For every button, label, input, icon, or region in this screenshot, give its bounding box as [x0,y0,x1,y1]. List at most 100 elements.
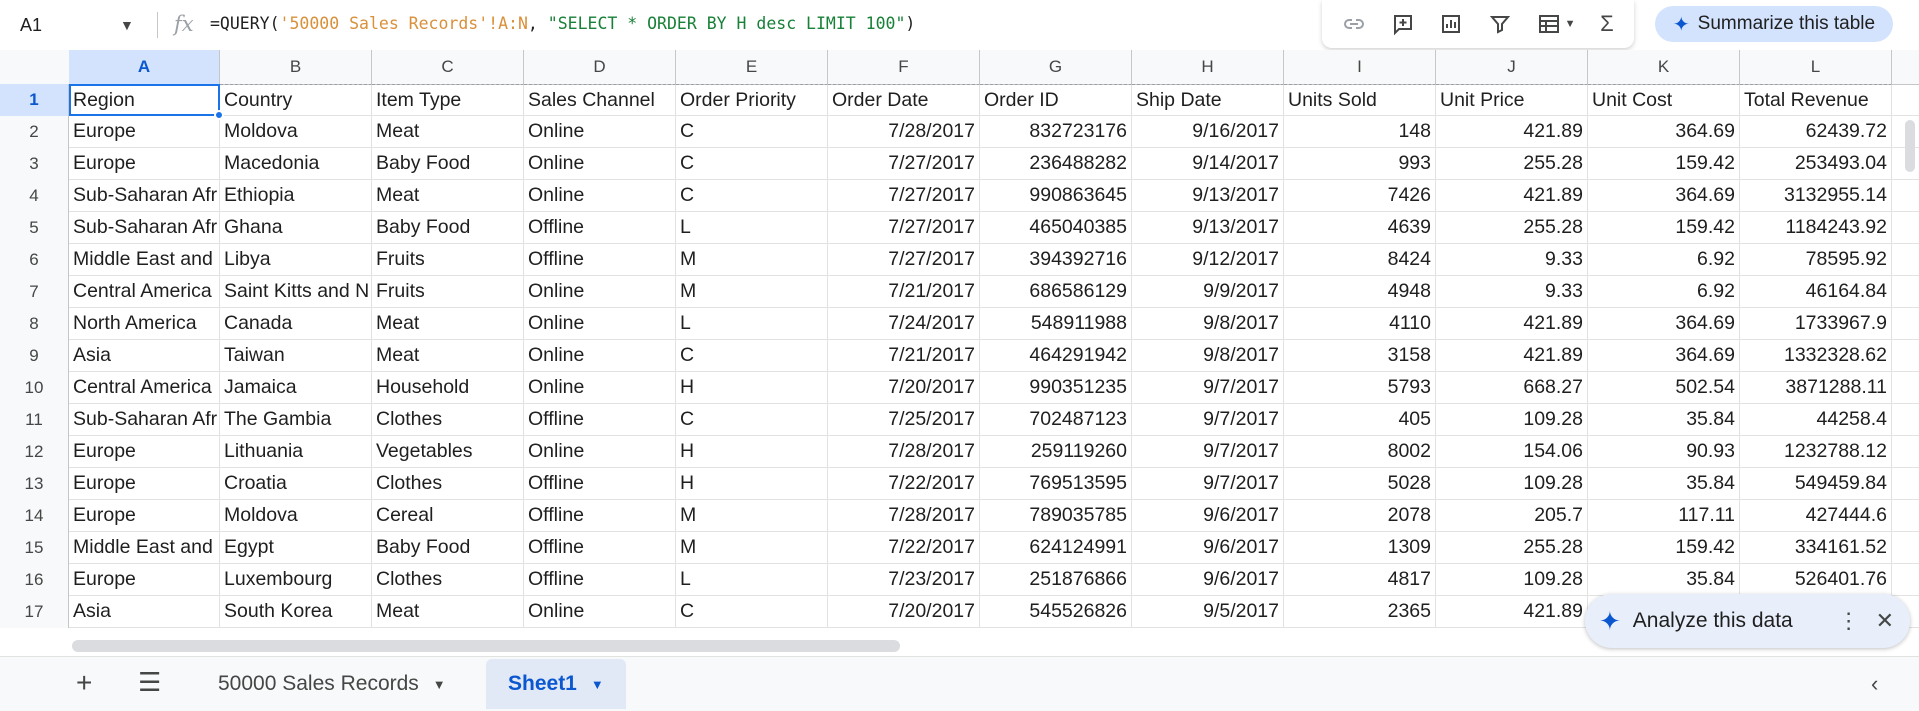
cell-c13[interactable]: Clothes [372,468,524,499]
cell-f15[interactable]: 7/22/2017 [828,532,980,563]
cell-c15[interactable]: Baby Food [372,532,524,563]
cell-e16[interactable]: L [676,564,828,595]
cell-f14[interactable]: 7/28/2017 [828,500,980,531]
spreadsheet-grid[interactable]: ABCDEFGHIJKL 1 Region Country Item Type Sale… [0,50,1919,640]
cell-b10[interactable]: Jamaica [220,372,372,403]
filter-icon[interactable] [1488,12,1512,36]
cell-c1[interactable]: Item Type [372,84,524,115]
cell-k3[interactable]: 159.42 [1588,148,1740,179]
row-header[interactable]: 12 [0,436,69,468]
cell-b5[interactable]: Ghana [220,212,372,243]
cell-g12[interactable]: 259119260 [980,436,1132,467]
cell-a5[interactable]: Sub-Saharan Afr [69,212,220,243]
cell-h2[interactable]: 9/16/2017 [1132,116,1284,147]
column-header-j[interactable]: J [1436,50,1588,84]
cell-c16[interactable]: Clothes [372,564,524,595]
cell-g14[interactable]: 789035785 [980,500,1132,531]
cell-f3[interactable]: 7/27/2017 [828,148,980,179]
cell-h12[interactable]: 9/7/2017 [1132,436,1284,467]
cell-e3[interactable]: C [676,148,828,179]
cell-b13[interactable]: Croatia [220,468,372,499]
sheet-tab[interactable]: Sheet1 ▼ [486,659,626,709]
cell-l11[interactable]: 44258.4 [1740,404,1892,435]
cell-h16[interactable]: 9/6/2017 [1132,564,1284,595]
cell-b16[interactable]: Luxembourg [220,564,372,595]
cell-g7[interactable]: 686586129 [980,276,1132,307]
all-sheets-menu-icon[interactable]: ☰ [138,667,161,698]
cell-i6[interactable]: 8424 [1284,244,1436,275]
cell-d10[interactable]: Online [524,372,676,403]
cell-i15[interactable]: 1309 [1284,532,1436,563]
cell-k11[interactable]: 35.84 [1588,404,1740,435]
cell-a17[interactable]: Asia [69,596,220,627]
cell-j11[interactable]: 109.28 [1436,404,1588,435]
cell-c3[interactable]: Baby Food [372,148,524,179]
cell-b2[interactable]: Moldova [220,116,372,147]
cell-d4[interactable]: Online [524,180,676,211]
cell-h10[interactable]: 9/7/2017 [1132,372,1284,403]
cell-g17[interactable]: 545526826 [980,596,1132,627]
cell-k16[interactable]: 35.84 [1588,564,1740,595]
cell-i4[interactable]: 7426 [1284,180,1436,211]
cell-g8[interactable]: 548911988 [980,308,1132,339]
cell-g6[interactable]: 394392716 [980,244,1132,275]
cell-b1[interactable]: Country [220,84,372,115]
cell-l6[interactable]: 78595.92 [1740,244,1892,275]
cell-i3[interactable]: 993 [1284,148,1436,179]
cell-d5[interactable]: Offline [524,212,676,243]
cell-b3[interactable]: Macedonia [220,148,372,179]
cell-h4[interactable]: 9/13/2017 [1132,180,1284,211]
cell-l15[interactable]: 334161.52 [1740,532,1892,563]
column-header-h[interactable]: H [1132,50,1284,84]
cell-l2[interactable]: 62439.72 [1740,116,1892,147]
cell-l9[interactable]: 1332328.62 [1740,340,1892,371]
cell-a9[interactable]: Asia [69,340,220,371]
cell-d15[interactable]: Offline [524,532,676,563]
cell-f8[interactable]: 7/24/2017 [828,308,980,339]
cell-c7[interactable]: Fruits [372,276,524,307]
column-header-e[interactable]: E [676,50,828,84]
cell-i11[interactable]: 405 [1284,404,1436,435]
cell-i1[interactable]: Units Sold [1284,84,1436,115]
cell-c4[interactable]: Meat [372,180,524,211]
row-header[interactable]: 4 [0,180,69,212]
row-header[interactable]: 8 [0,308,69,340]
cell-c10[interactable]: Household [372,372,524,403]
cell-e5[interactable]: L [676,212,828,243]
cell-d17[interactable]: Online [524,596,676,627]
cell-f7[interactable]: 7/21/2017 [828,276,980,307]
row-header[interactable]: 15 [0,532,69,564]
name-box-dropdown-icon[interactable]: ▼ [120,17,134,33]
cell-k1[interactable]: Unit Cost [1588,84,1740,115]
cell-a14[interactable]: Europe [69,500,220,531]
cell-a2[interactable]: Europe [69,116,220,147]
cell-g2[interactable]: 832723176 [980,116,1132,147]
column-header-d[interactable]: D [524,50,676,84]
cell-h13[interactable]: 9/7/2017 [1132,468,1284,499]
cell-a7[interactable]: Central America [69,276,220,307]
cell-j7[interactable]: 9.33 [1436,276,1588,307]
close-icon[interactable]: ✕ [1876,608,1894,634]
cell-k12[interactable]: 90.93 [1588,436,1740,467]
cell-i12[interactable]: 8002 [1284,436,1436,467]
cell-k6[interactable]: 6.92 [1588,244,1740,275]
cell-g3[interactable]: 236488282 [980,148,1132,179]
add-comment-icon[interactable] [1391,12,1415,36]
cell-i7[interactable]: 4948 [1284,276,1436,307]
cell-j17[interactable]: 421.89 [1436,596,1588,627]
cell-d13[interactable]: Offline [524,468,676,499]
cell-h14[interactable]: 9/6/2017 [1132,500,1284,531]
cell-d8[interactable]: Online [524,308,676,339]
cell-f13[interactable]: 7/22/2017 [828,468,980,499]
cell-l8[interactable]: 1733967.9 [1740,308,1892,339]
vertical-scrollbar[interactable] [1905,120,1915,172]
cell-k2[interactable]: 364.69 [1588,116,1740,147]
cell-g1[interactable]: Order ID [980,84,1132,115]
cell-g11[interactable]: 702487123 [980,404,1132,435]
cell-e11[interactable]: C [676,404,828,435]
cell-b14[interactable]: Moldova [220,500,372,531]
cell-i17[interactable]: 2365 [1284,596,1436,627]
cell-d11[interactable]: Offline [524,404,676,435]
cell-l14[interactable]: 427444.6 [1740,500,1892,531]
cell-c5[interactable]: Baby Food [372,212,524,243]
